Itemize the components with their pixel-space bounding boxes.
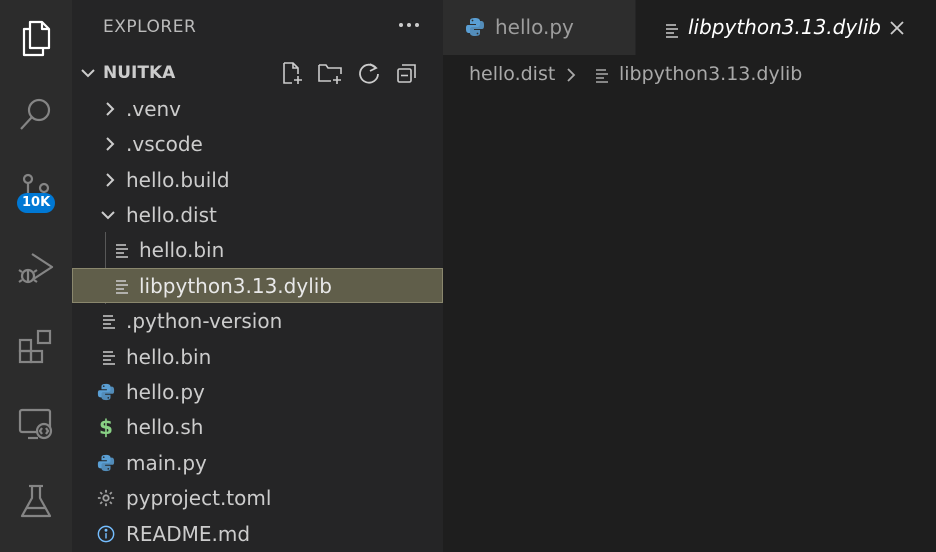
lines-icon [100, 311, 118, 331]
chevron-right-icon [101, 99, 119, 119]
tree-item-vscode-folder[interactable]: .vscode [72, 126, 443, 161]
chevron-down-icon [99, 205, 117, 225]
tree-item-hello-sh[interactable]: $ hello.sh [72, 409, 443, 444]
tab-libpython-dylib[interactable]: libpython3.13.dylib [636, 0, 936, 55]
testing-icon[interactable] [0, 472, 72, 532]
tree-item-label: hello.dist [126, 202, 217, 227]
tree-item-label: hello.sh [126, 414, 204, 439]
files-icon[interactable] [0, 8, 72, 68]
gear-icon [97, 488, 115, 508]
lines-icon [100, 347, 118, 367]
chevron-right-icon [101, 134, 119, 154]
collapse-all-icon[interactable] [393, 59, 421, 87]
tree-item-label: hello.bin [126, 344, 212, 369]
folder-section-title: NUITKA [103, 63, 176, 83]
folder-section-header[interactable]: NUITKA [72, 56, 443, 90]
breadcrumb-folder[interactable]: hello.dist [469, 63, 555, 85]
tree-item-label: hello.py [126, 379, 205, 404]
explorer-sidebar: EXPLORER NUITKA .venv .vscode hello.buil… [72, 0, 443, 552]
tree-item-libpython-selected[interactable]: libpython3.13.dylib [72, 268, 443, 303]
new-file-icon[interactable] [278, 59, 306, 87]
python-icon [465, 17, 485, 37]
tree-item-hello-py[interactable]: hello.py [72, 374, 443, 409]
editor-area[interactable] [443, 93, 936, 552]
tree-item-label: pyproject.toml [126, 485, 272, 510]
python-icon [97, 453, 115, 473]
tree-item-venv-folder[interactable]: .venv [72, 91, 443, 126]
chevron-down-icon [79, 64, 97, 82]
tab-label: hello.py [495, 15, 574, 39]
run-debug-icon[interactable] [0, 238, 72, 298]
search-icon[interactable] [0, 84, 72, 144]
tree-item-hello-build-folder[interactable]: hello.build [72, 162, 443, 197]
dollar-icon: $ [99, 414, 113, 439]
new-folder-icon[interactable] [316, 59, 344, 87]
refresh-icon[interactable] [355, 59, 383, 87]
close-icon[interactable] [888, 18, 906, 36]
breadcrumb-file[interactable]: libpython3.13.dylib [619, 63, 802, 85]
python-icon [97, 382, 115, 402]
tree-item-pyproject[interactable]: pyproject.toml [72, 480, 443, 515]
tab-label: libpython3.13.dylib [688, 15, 881, 39]
tree-item-hello-dist-folder[interactable]: hello.dist [72, 197, 443, 232]
editor-tabs: hello.py libpython3.13.dylib [443, 0, 936, 55]
breadcrumb: hello.dist libpython3.13.dylib [443, 55, 936, 93]
tree-item-readme[interactable]: README.md [72, 516, 443, 551]
extensions-icon[interactable] [0, 316, 72, 376]
tree-item-label: .venv [126, 96, 182, 121]
tree-item-label: README.md [126, 521, 251, 546]
explorer-title: EXPLORER [103, 17, 197, 37]
tree-item-hello-bin[interactable]: hello.bin [72, 339, 443, 374]
tree-item-label: .python-version [126, 308, 283, 333]
chevron-right-icon [101, 170, 119, 190]
info-icon [97, 524, 115, 544]
tree-item-label: hello.bin [139, 237, 225, 262]
lines-icon [594, 66, 610, 83]
lines-icon [113, 276, 131, 296]
tree-item-main-py[interactable]: main.py [72, 445, 443, 480]
tree-item-python-version[interactable]: .python-version [72, 303, 443, 338]
tree-item-label: main.py [126, 450, 207, 475]
source-control-badge: 10K [17, 193, 56, 213]
tab-hello-py[interactable]: hello.py [443, 0, 635, 55]
tree-item-label: .vscode [126, 131, 203, 156]
tree-item-hello-bin-nested[interactable]: hello.bin [72, 232, 443, 267]
remote-explorer-icon[interactable] [0, 394, 72, 454]
activity-bar: 10K [0, 0, 72, 552]
explorer-header: EXPLORER [72, 0, 443, 54]
tree-item-label: libpython3.13.dylib [139, 273, 332, 298]
lines-icon [664, 19, 680, 38]
chevron-right-icon [564, 66, 578, 82]
lines-icon [113, 240, 131, 260]
tree-item-label: hello.build [126, 167, 230, 192]
ellipsis-icon[interactable] [396, 12, 422, 38]
